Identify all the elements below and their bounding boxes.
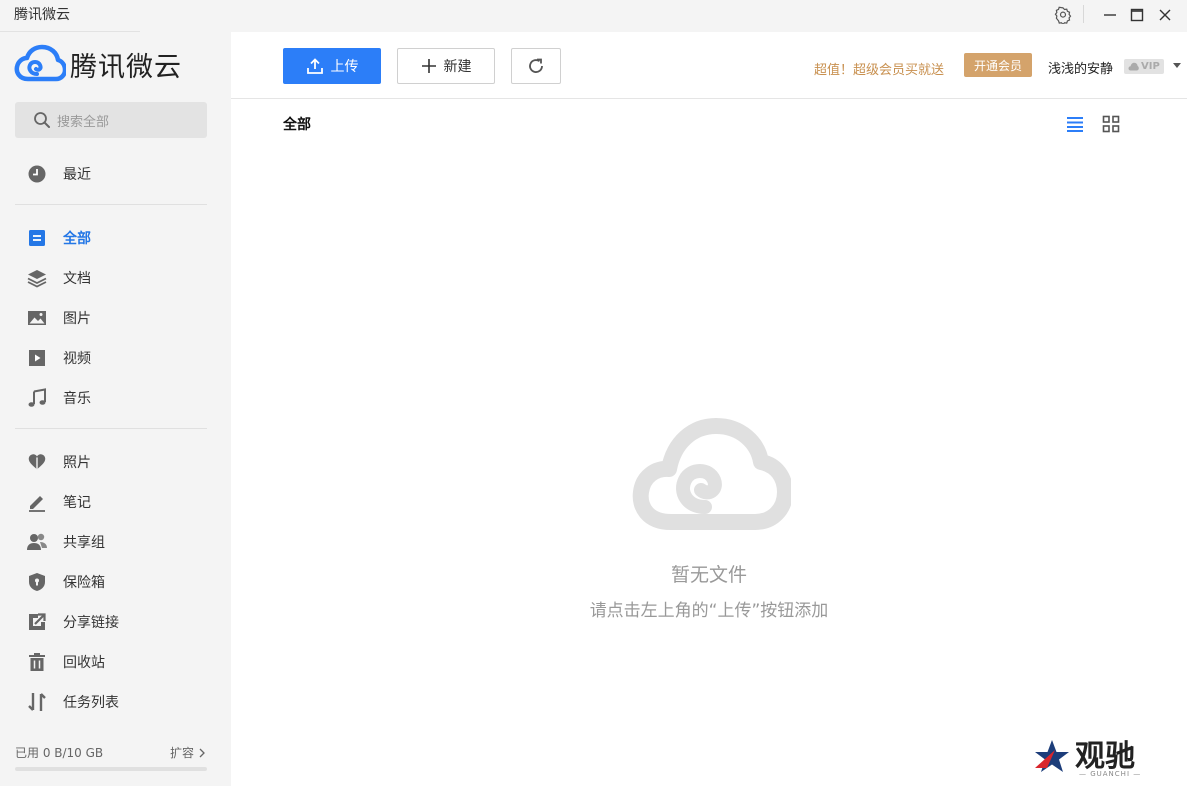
refresh-icon: [529, 58, 543, 73]
titlebar-separator: [1083, 5, 1084, 23]
vip-cloud-icon: [1128, 62, 1139, 71]
sidebar-item-label: 照片: [63, 455, 91, 471]
share-group-icon: [26, 531, 48, 553]
title-bar: 腾讯微云: [0, 0, 1187, 32]
sidebar-item-task-list[interactable]: 任务列表: [0, 682, 231, 722]
sidebar-item-music[interactable]: 音乐: [0, 378, 231, 418]
search-placeholder: 搜索全部: [57, 114, 110, 130]
username[interactable]: 浅浅的安静: [1048, 58, 1113, 77]
sidebar-item-all[interactable]: 全部: [0, 218, 231, 258]
new-button[interactable]: 新建: [397, 48, 495, 84]
sidebar-item-label: 回收站: [63, 655, 105, 671]
toolbar: 上传 新建 超值！超级会员买就送 开通会员 浅浅的安静 VIP: [231, 32, 1187, 99]
sidebar-divider: [15, 204, 207, 205]
video-icon: [26, 347, 48, 369]
search-input[interactable]: 搜索全部: [15, 102, 207, 138]
vip-badge-text: VIP: [1141, 61, 1160, 72]
safe-box-icon: [26, 571, 48, 593]
sidebar: 腾讯微云 搜索全部 最近 全部 文档 图片 视频 音乐 照片 笔记 共享组 保险…: [0, 32, 231, 786]
sidebar-item-notes[interactable]: 笔记: [0, 482, 231, 522]
storage-usage: 已用 0 B/10 GB 扩容: [15, 744, 207, 771]
image-icon: [26, 307, 48, 329]
sidebar-divider: [15, 428, 207, 429]
sidebar-item-label: 视频: [63, 351, 91, 367]
sidebar-item-label: 分享链接: [63, 615, 119, 631]
sidebar-item-label: 全部: [63, 231, 91, 247]
window-title: 腾讯微云: [14, 7, 70, 23]
document-stack-icon: [26, 267, 48, 289]
clock-icon: [26, 163, 48, 185]
sidebar-item-label: 最近: [63, 167, 91, 183]
list-view-icon[interactable]: [1066, 115, 1084, 133]
sidebar-item-label: 任务列表: [63, 695, 119, 711]
minimize-button[interactable]: [1095, 0, 1125, 30]
main-panel: 上传 新建 超值！超级会员买就送 开通会员 浅浅的安静 VIP 全部 暂无文件 …: [231, 32, 1187, 786]
sidebar-item-safe-box[interactable]: 保险箱: [0, 562, 231, 602]
sidebar-item-images[interactable]: 图片: [0, 298, 231, 338]
upload-button-label: 上传: [330, 59, 359, 75]
watermark-subtext: — GUANCHI —: [1079, 770, 1142, 778]
user-menu-caret-icon[interactable]: [1173, 63, 1181, 68]
sidebar-item-share-link[interactable]: 分享链接: [0, 602, 231, 642]
weiyun-cloud-logo-icon: [14, 44, 66, 82]
expand-storage-label: 扩容: [169, 746, 194, 760]
breadcrumb[interactable]: 全部: [283, 114, 311, 134]
chevron-right-icon: [199, 748, 205, 757]
sidebar-item-documents[interactable]: 文档: [0, 258, 231, 298]
upload-icon: [306, 58, 323, 74]
sidebar-item-recycle-bin[interactable]: 回收站: [0, 642, 231, 682]
sidebar-item-label: 笔记: [63, 495, 91, 511]
sidebar-item-label: 保险箱: [63, 575, 105, 591]
share-link-icon: [26, 611, 48, 633]
sidebar-item-label: 共享组: [63, 535, 105, 551]
all-files-icon: [26, 227, 48, 249]
grid-view-icon[interactable]: [1102, 115, 1120, 133]
watermark-text: 观驰: [1075, 739, 1135, 774]
expand-storage-link[interactable]: 扩容: [170, 744, 207, 761]
app-logo-text: 腾讯微云: [70, 51, 182, 83]
music-icon: [26, 387, 48, 409]
sidebar-item-videos[interactable]: 视频: [0, 338, 231, 378]
storage-progress-bar: [15, 767, 207, 771]
sidebar-item-label: 音乐: [63, 391, 91, 407]
empty-state-title: 暂无文件: [670, 564, 747, 586]
sidebar-item-label: 图片: [63, 311, 91, 327]
app-logo: 腾讯微云: [14, 44, 182, 84]
recycle-bin-icon: [26, 651, 48, 673]
star-logo-icon: [1035, 740, 1069, 772]
sidebar-item-label: 文档: [63, 271, 91, 287]
app-window: 腾讯微云 腾讯微云 搜索全部 最近 全部 文档 图片 视频 音乐 照片 笔记 共…: [0, 0, 1187, 786]
new-button-label: 新建: [443, 59, 472, 75]
photos-icon: [26, 451, 48, 473]
refresh-button[interactable]: [511, 48, 561, 84]
task-list-icon: [26, 691, 48, 713]
guanchi-watermark: 观驰 — GUANCHI —: [1033, 738, 1140, 778]
sidebar-item-share-group[interactable]: 共享组: [0, 522, 231, 562]
search-icon: [34, 112, 50, 128]
close-button[interactable]: [1150, 0, 1180, 30]
settings-icon[interactable]: [1048, 0, 1078, 30]
note-icon: [26, 491, 48, 513]
open-vip-button[interactable]: 开通会员: [964, 53, 1032, 77]
empty-state-cloud-icon: [631, 412, 793, 536]
plus-icon: [421, 59, 436, 73]
vip-badge: VIP: [1124, 59, 1164, 74]
vip-promo-text[interactable]: 超值！超级会员买就送: [814, 59, 944, 78]
upload-button[interactable]: 上传: [283, 48, 381, 84]
sidebar-item-recent[interactable]: 最近: [0, 154, 231, 194]
storage-used-text: 已用 0 B/10 GB: [15, 746, 104, 760]
maximize-button[interactable]: [1122, 0, 1152, 30]
empty-state-hint: 请点击左上角的“上传”按钮添加: [589, 601, 829, 621]
sidebar-item-photos[interactable]: 照片: [0, 442, 231, 482]
